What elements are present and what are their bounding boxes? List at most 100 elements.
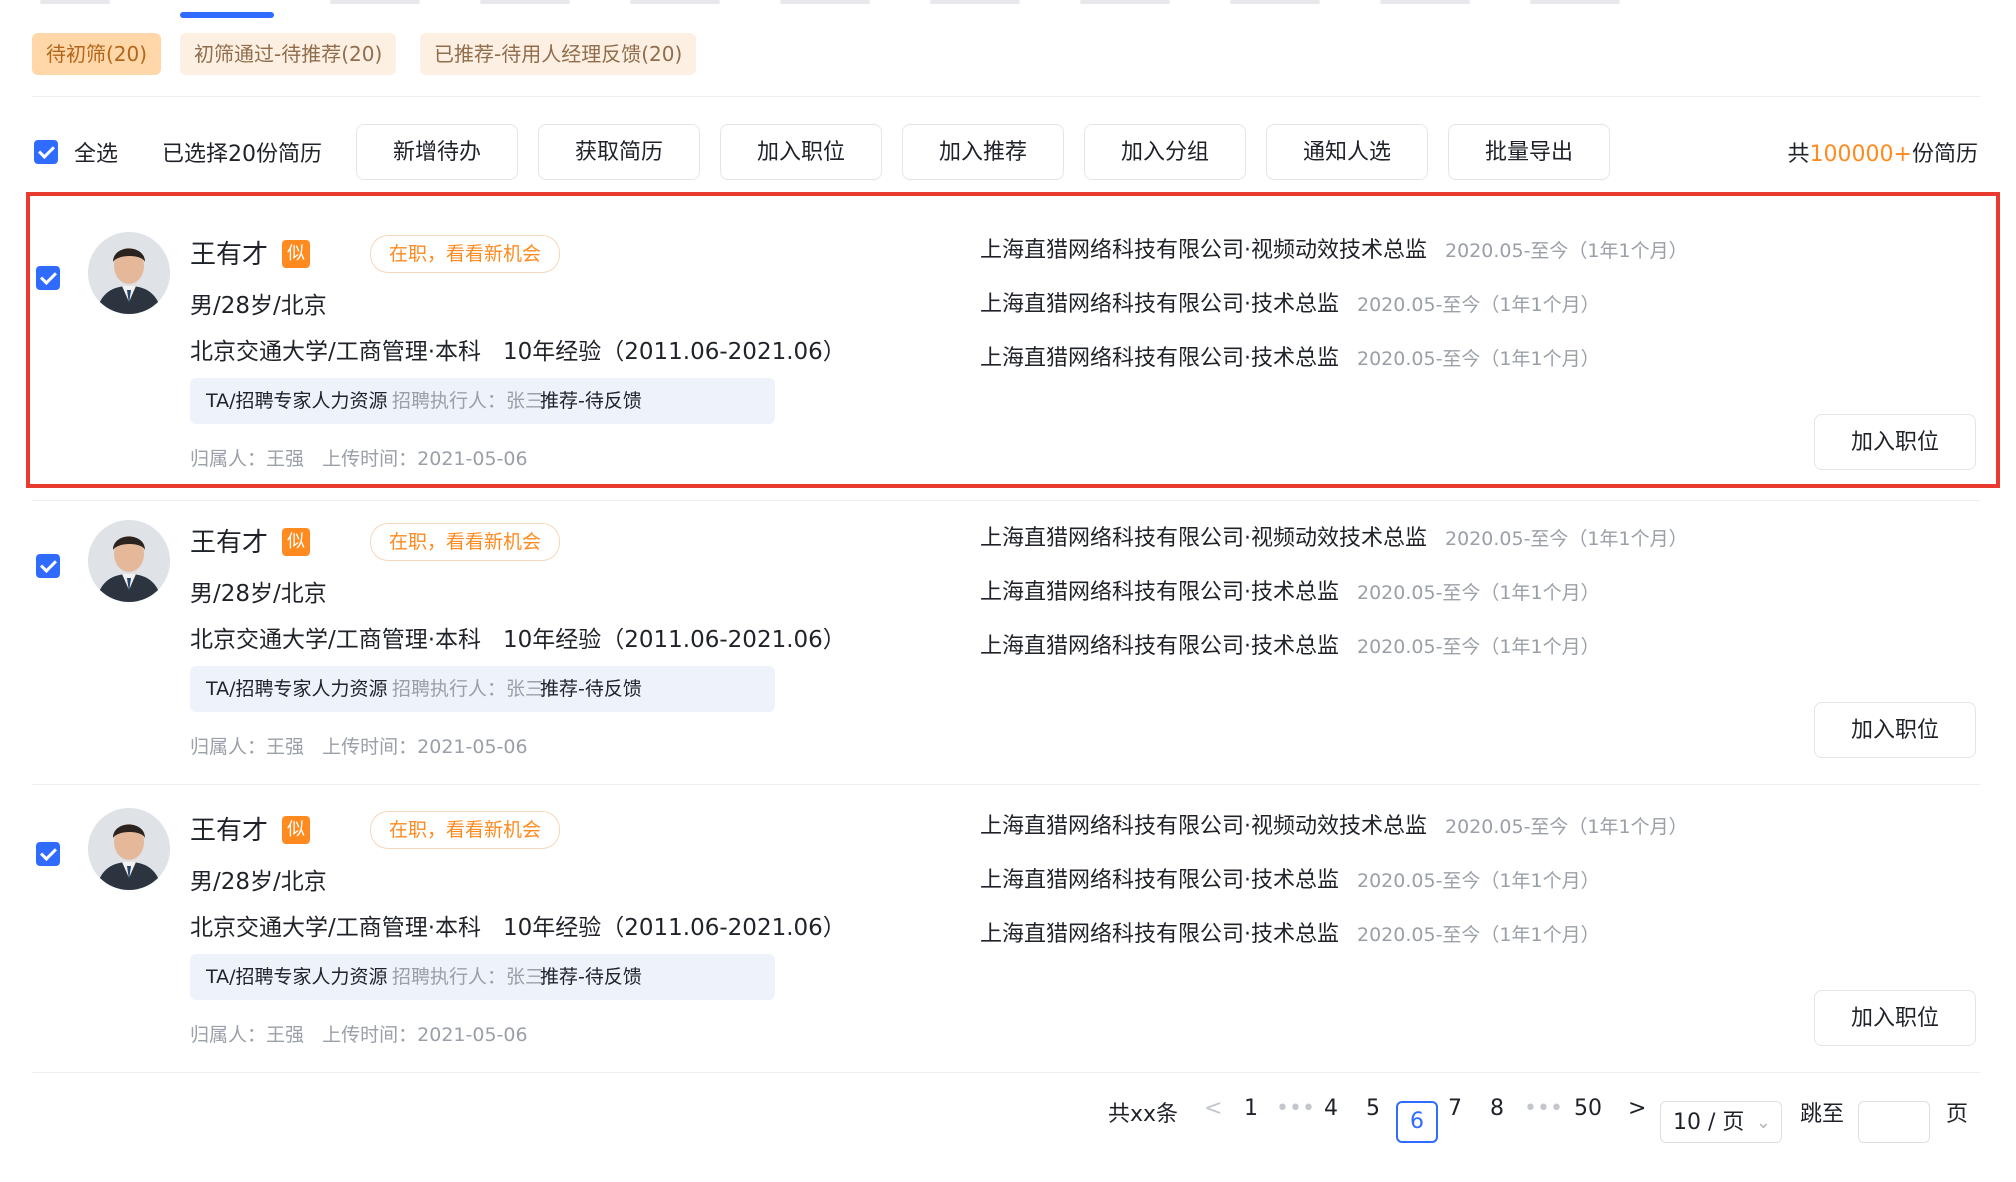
pagination-total: 共xx条 [1108,1102,1179,1127]
job-history-item: 上海直猎网络科技有限公司·技术总监 2020.05-至今（1年1个月） [980,574,1600,606]
executor-text: 招聘执行人：张三 [392,678,545,700]
fetch-resume-button[interactable]: 获取简历 [538,124,700,180]
select-all-label[interactable]: 全选 [74,136,118,168]
divider [32,1072,1980,1073]
owner-text: 归属人：王强 [190,1024,305,1046]
page-5[interactable]: 5 [1366,1096,1380,1121]
page-50[interactable]: 50 [1574,1096,1602,1121]
job-title: 上海直猎网络科技有限公司·视频动效技术总监 [980,238,1427,263]
avatar[interactable] [88,520,170,602]
experience-text: 10年经验（2011.06-2021.06） [503,627,846,653]
upload-time-text: 上传时间：2021-05-06 [322,1024,528,1046]
job-period: 2020.05-至今（1年1个月） [1357,294,1600,316]
job-period: 2020.05-至今（1年1个月） [1445,816,1688,838]
job-period: 2020.05-至今（1年1个月） [1445,528,1688,550]
tab-stub[interactable] [630,0,720,4]
tab-stub[interactable] [480,0,570,4]
tab-stub[interactable] [1080,0,1170,4]
candidate-name[interactable]: 王有才 [190,234,268,271]
page-1[interactable]: 1 [1244,1096,1258,1121]
candidate-name[interactable]: 王有才 [190,810,268,847]
avatar[interactable] [88,808,170,890]
selected-count-text: 已选择20份简历 [162,142,322,167]
page-6-current[interactable]: 6 [1396,1101,1438,1143]
page-ellipsis[interactable]: ••• [1524,1096,1563,1121]
add-to-position-button[interactable]: 加入职位 [1814,702,1976,758]
add-to-group-button[interactable]: 加入分组 [1084,124,1246,180]
job-status-pill: 在职，看看新机会 [370,235,561,273]
job-title: 上海直猎网络科技有限公司·技术总监 [980,922,1339,947]
add-to-recommend-button[interactable]: 加入推荐 [902,124,1064,180]
candidate-education: 北京交通大学/工商管理·本科 10年经验（2011.06-2021.06） [190,332,846,366]
add-to-position-button[interactable]: 加入职位 [1814,990,1976,1046]
resume-total: 共100000+份简历 [1788,136,1978,168]
page-8[interactable]: 8 [1490,1096,1504,1121]
job-title: 上海直猎网络科技有限公司·技术总监 [980,868,1339,893]
job-history-item: 上海直猎网络科技有限公司·技术总监 2020.05-至今（1年1个月） [980,628,1600,660]
job-title: 上海直猎网络科技有限公司·技术总监 [980,634,1339,659]
add-to-position-button[interactable]: 加入职位 [720,124,882,180]
candidate-basic-info: 男/28岁/北京 [190,869,327,895]
candidate-basic-info: 男/28岁/北京 [190,581,327,607]
chevron-down-icon: ⌄ [1755,1112,1771,1133]
status-chip-pending-screen[interactable]: 待初筛(20) [32,33,162,75]
job-history-item: 上海直猎网络科技有限公司·技术总监 2020.05-至今（1年1个月） [980,340,1600,372]
status-chip-recommended[interactable]: 已推荐-待用人经理反馈(20) [420,33,697,75]
progress-text: 推荐-待反馈 [540,678,642,700]
job-period: 2020.05-至今（1年1个月） [1357,348,1600,370]
page-4[interactable]: 4 [1324,1096,1338,1121]
page-size-value: 10 / 页 [1673,1110,1745,1135]
tab-stub[interactable] [930,0,1020,4]
recruit-info-box: TA/招聘专家人力资源 招聘执行人：张三 推荐-待反馈 [190,666,775,712]
experience-text: 10年经验（2011.06-2021.06） [503,339,846,365]
job-status-pill: 在职，看看新机会 [370,523,561,561]
recruit-info-box: TA/招聘专家人力资源 招聘执行人：张三 推荐-待反馈 [190,954,775,1000]
tab-stub[interactable] [780,0,870,4]
avatar-image [88,808,170,890]
tab-stub[interactable] [1380,0,1470,4]
next-page-button[interactable]: > [1628,1096,1646,1121]
add-todo-button[interactable]: 新增待办 [356,124,518,180]
job-title: 上海直猎网络科技有限公司·技术总监 [980,580,1339,605]
avatar[interactable] [88,232,170,314]
upload-time-text: 上传时间：2021-05-06 [322,448,528,470]
job-period: 2020.05-至今（1年1个月） [1445,240,1688,262]
batch-export-button[interactable]: 批量导出 [1448,124,1610,180]
candidate-checkbox[interactable] [36,266,60,290]
candidate-card[interactable]: 王有才 似 在职，看看新机会 男/28岁/北京 北京交通大学/工商管理·本科 1… [26,192,2000,488]
candidate-card[interactable]: 王有才 似 在职，看看新机会 男/28岁/北京 北京交通大学/工商管理·本科 1… [30,484,1996,772]
candidate-education: 北京交通大学/工商管理·本科 10年经验（2011.06-2021.06） [190,620,846,654]
candidate-card[interactable]: 王有才 似 在职，看看新机会 男/28岁/北京 北京交通大学/工商管理·本科 1… [30,772,1996,1060]
prev-page-button[interactable]: < [1204,1096,1222,1121]
job-history-item: 上海直猎网络科技有限公司·技术总监 2020.05-至今（1年1个月） [980,862,1600,894]
add-to-position-button[interactable]: 加入职位 [1814,414,1976,470]
tab-stub[interactable] [1230,0,1320,4]
experience-text: 10年经验（2011.06-2021.06） [503,915,846,941]
avatar-image [88,232,170,314]
candidate-name[interactable]: 王有才 [190,522,268,559]
jump-page-input[interactable] [1858,1101,1930,1143]
select-all-checkbox[interactable] [34,140,58,164]
divider [32,96,1980,97]
similar-tag: 似 [282,528,310,556]
page-7[interactable]: 7 [1448,1096,1462,1121]
tab-stub[interactable] [330,0,420,4]
job-title: 上海直猎网络科技有限公司·视频动效技术总监 [980,526,1427,551]
active-tab-indicator [180,12,274,18]
candidate-checkbox[interactable] [36,554,60,578]
job-history-item: 上海直猎网络科技有限公司·技术总监 2020.05-至今（1年1个月） [980,286,1600,318]
job-status-pill: 在职，看看新机会 [370,811,561,849]
page-size-select[interactable]: 10 / 页 ⌄ [1660,1101,1782,1143]
education-text: 北京交通大学/工商管理·本科 [190,915,482,941]
role-text: TA/招聘专家人力资源 [206,966,388,988]
status-chip-screen-passed[interactable]: 初筛通过-待推荐(20) [180,33,397,75]
tab-stub[interactable] [1530,0,1620,4]
tab-stub[interactable] [40,0,110,4]
upload-time-text: 上传时间：2021-05-06 [322,736,528,758]
notify-candidate-button[interactable]: 通知人选 [1266,124,1428,180]
candidate-meta: 归属人：王强 上传时间：2021-05-06 [190,444,528,471]
job-history-item: 上海直猎网络科技有限公司·技术总监 2020.05-至今（1年1个月） [980,916,1600,948]
job-period: 2020.05-至今（1年1个月） [1357,582,1600,604]
candidate-checkbox[interactable] [36,842,60,866]
page-ellipsis[interactable]: ••• [1276,1096,1315,1121]
